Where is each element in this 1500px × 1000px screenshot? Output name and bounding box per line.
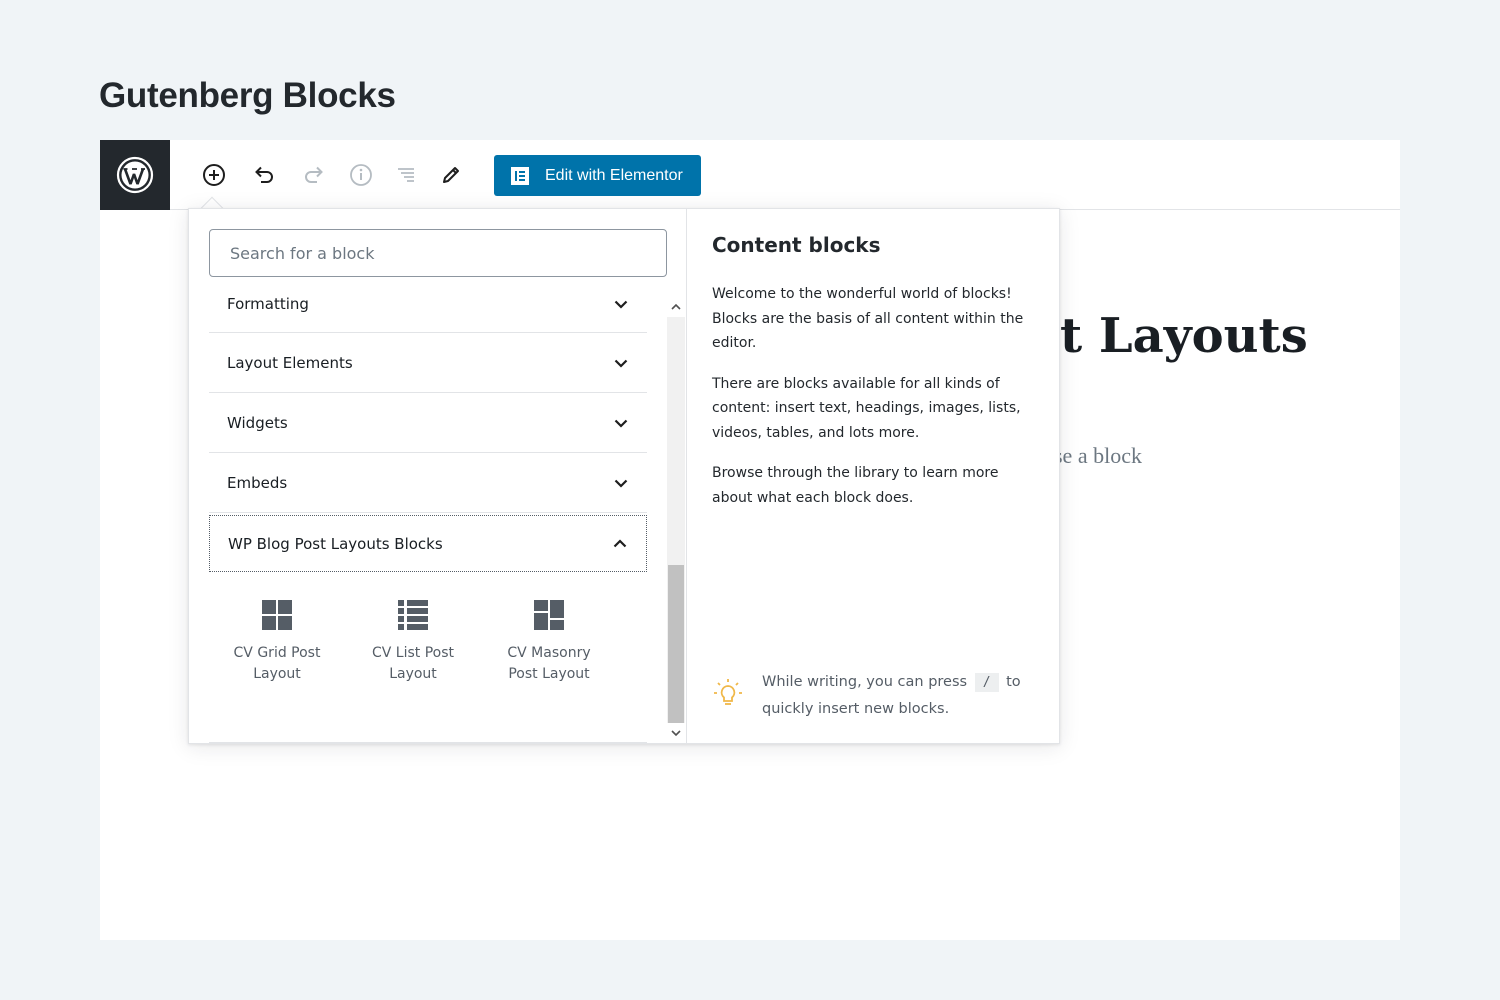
help-paragraph: Welcome to the wonderful world of blocks… bbox=[712, 286, 1024, 351]
block-label-line2: Layout bbox=[253, 666, 301, 682]
tip-text-before: While writing, you can press bbox=[762, 674, 968, 690]
panel-widgets[interactable]: Widgets bbox=[209, 393, 647, 453]
editor-toolbar: Edit with Elementor bbox=[100, 140, 1400, 210]
panel-embeds[interactable]: Embeds bbox=[209, 453, 647, 513]
divider bbox=[209, 742, 647, 743]
edit-icon[interactable] bbox=[436, 160, 466, 190]
scroll-down-icon[interactable] bbox=[667, 723, 685, 743]
panel-label: Layout Elements bbox=[227, 353, 353, 372]
block-label-line2: Layout bbox=[389, 666, 437, 682]
masonry-icon bbox=[534, 600, 564, 630]
block-label-line1: CV Masonry bbox=[507, 645, 591, 661]
chevron-down-icon bbox=[614, 300, 628, 309]
add-block-icon[interactable] bbox=[199, 160, 229, 190]
outline-icon[interactable] bbox=[391, 160, 421, 190]
chevron-up-icon bbox=[613, 538, 627, 547]
edit-with-elementor-button[interactable]: Edit with Elementor bbox=[494, 155, 701, 196]
panel-label: Widgets bbox=[227, 413, 288, 432]
block-cv-masonry-post-layout[interactable]: CV Masonry Post Layout bbox=[481, 587, 617, 685]
block-cv-grid-post-layout[interactable]: CV Grid Post Layout bbox=[209, 587, 345, 685]
inserter-tip: While writing, you can press / to quickl… bbox=[712, 669, 1042, 723]
tip-text: While writing, you can press / to quickl… bbox=[762, 669, 1042, 723]
help-title: Content blocks bbox=[712, 233, 881, 257]
panel-label: Embeds bbox=[227, 473, 288, 492]
block-label-line1: CV List Post bbox=[371, 645, 455, 661]
panel-label: WP Blog Post Layouts Blocks bbox=[228, 534, 443, 553]
block-cv-list-post-layout[interactable]: CV List Post Layout bbox=[345, 587, 481, 685]
grid-icon bbox=[262, 600, 292, 630]
info-icon[interactable] bbox=[346, 160, 376, 190]
scrollbar[interactable] bbox=[667, 297, 685, 743]
inserter-block-list: Formatting Layout Elements Widgets Embed… bbox=[189, 209, 687, 743]
wordpress-icon[interactable] bbox=[100, 140, 170, 210]
block-category-list: Formatting Layout Elements Widgets Embed… bbox=[209, 275, 647, 572]
panel-label: Formatting bbox=[227, 294, 309, 313]
undo-icon[interactable] bbox=[249, 160, 279, 190]
block-label-line2: Post Layout bbox=[508, 666, 590, 682]
block-grid: CV Grid Post Layout CV List Post Layout bbox=[209, 587, 647, 685]
chevron-down-icon bbox=[614, 359, 628, 368]
lightbulb-icon bbox=[714, 679, 742, 705]
inserter-help-panel: Content blocks Welcome to the wonderful … bbox=[688, 209, 1060, 743]
block-search-input[interactable] bbox=[209, 229, 667, 277]
list-icon bbox=[398, 600, 428, 630]
post-title-fragment[interactable]: t Layouts bbox=[1060, 308, 1308, 364]
help-paragraph: There are blocks available for all kinds… bbox=[712, 375, 1021, 441]
block-placeholder-fragment[interactable]: se a block bbox=[1054, 443, 1142, 469]
block-inserter-popover: Formatting Layout Elements Widgets Embed… bbox=[188, 208, 1060, 744]
block-editor: t Layouts se a block Edit with Elementor… bbox=[100, 140, 1400, 940]
elementor-icon bbox=[511, 166, 529, 185]
help-paragraph: Browse through the library to learn more… bbox=[712, 465, 999, 506]
keyboard-shortcut: / bbox=[974, 673, 999, 692]
redo-icon[interactable] bbox=[299, 160, 329, 190]
page-heading: Gutenberg Blocks bbox=[99, 76, 396, 115]
block-label-line1: CV Grid Post bbox=[233, 645, 321, 661]
chevron-down-icon bbox=[614, 419, 628, 428]
panel-formatting[interactable]: Formatting bbox=[209, 275, 647, 333]
chevron-down-icon bbox=[614, 479, 628, 488]
scroll-up-icon[interactable] bbox=[667, 297, 685, 317]
panel-wp-blog-post-layouts-blocks[interactable]: WP Blog Post Layouts Blocks bbox=[209, 515, 647, 572]
panel-layout-elements[interactable]: Layout Elements bbox=[209, 333, 647, 393]
edit-with-elementor-label: Edit with Elementor bbox=[545, 166, 683, 184]
scrollbar-thumb[interactable] bbox=[668, 565, 684, 723]
